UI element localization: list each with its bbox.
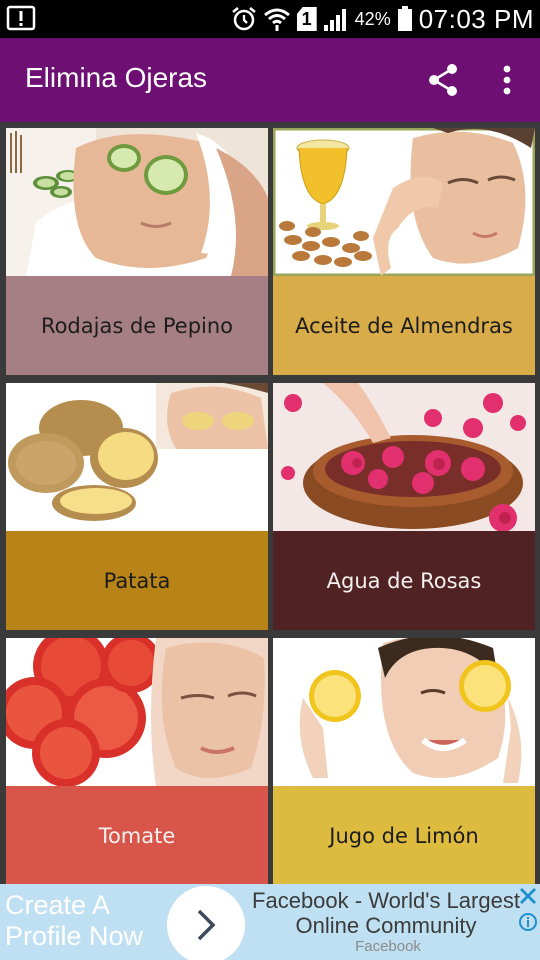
more-vert-icon[interactable]	[490, 60, 524, 100]
card-label: Rodajas de Pepino	[40, 313, 234, 338]
signal-icon	[323, 9, 346, 31]
app-bar: Elimina Ojeras	[0, 38, 540, 122]
ad-go-button[interactable]	[167, 886, 245, 960]
share-icon[interactable]	[424, 60, 464, 100]
lemon-photo	[273, 638, 535, 786]
card-jugo-de-limon[interactable]: Jugo de Limón	[273, 638, 535, 885]
sim-slot-label: 1	[301, 9, 312, 29]
card-label-box: Aceite de Almendras	[273, 276, 535, 375]
rose-water-photo	[273, 383, 535, 531]
chevron-right-icon	[197, 909, 216, 941]
card-label-box: Rodajas de Pepino	[6, 276, 268, 375]
card-agua-de-rosas[interactable]: Agua de Rosas	[273, 383, 535, 630]
app-title: Elimina Ojeras	[25, 62, 208, 93]
card-label: Aceite de Almendras	[295, 313, 513, 338]
almond-oil-photo	[273, 128, 535, 276]
sim-icon: 1	[296, 7, 317, 31]
tomato-photo	[6, 638, 268, 786]
battery-percent: 42%	[354, 8, 391, 29]
ad-cta-line1: Create A	[5, 890, 111, 920]
card-label-box: Agua de Rosas	[273, 531, 535, 630]
card-rodajas-de-pepino[interactable]: Rodajas de Pepino	[6, 128, 268, 375]
clock: 07:03 PM	[418, 3, 534, 34]
ad-banner[interactable]: Create A Profile Now Facebook - World's …	[0, 884, 540, 960]
alarm-icon	[231, 7, 256, 31]
card-label: Jugo de Limón	[329, 823, 479, 848]
battery-icon	[397, 6, 412, 31]
ad-cta-text: Create A Profile Now	[5, 890, 143, 952]
wifi-icon	[263, 8, 290, 31]
remedies-grid: Rodajas de Pepino Aceite de Almendras Pa…	[0, 122, 540, 885]
ad-cta-line2: Profile Now	[5, 921, 144, 951]
close-icon[interactable]	[518, 886, 538, 906]
card-label: Patata	[103, 568, 171, 593]
card-label-box: Tomate	[6, 786, 268, 885]
card-aceite-de-almendras[interactable]: Aceite de Almendras	[273, 128, 535, 375]
potato-photo	[6, 383, 268, 531]
status-bar: 1 42% 07:03 PM	[0, 0, 540, 38]
ad-title: Facebook - World's Largest Online Commun…	[252, 888, 520, 938]
info-icon[interactable]	[518, 912, 538, 932]
cucumber-eyes-photo	[6, 128, 268, 276]
card-tomate[interactable]: Tomate	[6, 638, 268, 885]
ad-source: Facebook	[355, 938, 421, 955]
card-label: Agua de Rosas	[326, 568, 482, 593]
card-label-box: Patata	[6, 531, 268, 630]
notification-alert-icon	[6, 5, 36, 31]
card-patata[interactable]: Patata	[6, 383, 268, 630]
card-label: Tomate	[98, 823, 176, 848]
card-label-box: Jugo de Limón	[273, 786, 535, 885]
